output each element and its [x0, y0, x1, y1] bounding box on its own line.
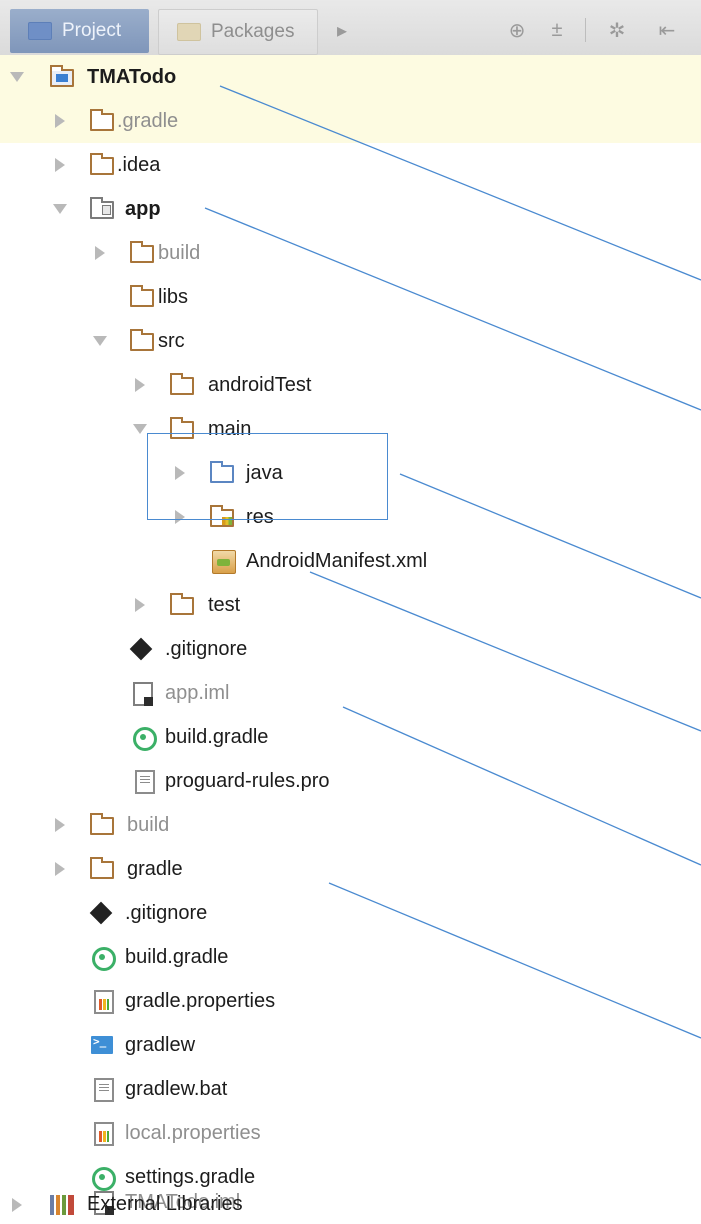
- tree-row-root[interactable]: TMATodo: [0, 55, 701, 99]
- folder-icon: [130, 329, 154, 351]
- tab-project[interactable]: Project: [10, 9, 149, 53]
- folder-icon: [90, 109, 114, 131]
- libraries-icon: [50, 1195, 74, 1215]
- tree-row-local-properties[interactable]: local.properties: [0, 1111, 701, 1155]
- tree-label: TMATodo: [87, 65, 177, 88]
- collapse-icon[interactable]: ±: [545, 18, 569, 42]
- folder-icon: [90, 857, 114, 879]
- collapse-arrow-icon[interactable]: [135, 598, 145, 612]
- tree-row-external-libraries[interactable]: External Libraries: [0, 1186, 701, 1224]
- tree-row-manifest[interactable]: AndroidManifest.xml: [0, 539, 701, 583]
- tree-row-build-dir[interactable]: build: [0, 803, 701, 847]
- tab-project-label: Project: [62, 20, 122, 41]
- more-arrow-icon[interactable]: ▸: [330, 18, 354, 42]
- git-icon: [89, 901, 113, 925]
- toolbar-divider: [585, 18, 586, 42]
- project-folder-icon: [50, 65, 74, 87]
- tree-label: gradle.properties: [125, 989, 276, 1012]
- tree-label: AndroidManifest.xml: [246, 549, 428, 572]
- folder-icon: [90, 153, 114, 175]
- git-icon: [129, 637, 153, 661]
- tree-row-gradle-dir[interactable]: .gradle: [0, 99, 701, 143]
- tree-label: External Libraries: [87, 1193, 243, 1215]
- gradle-icon: [133, 727, 157, 751]
- module-folder-icon: [90, 197, 114, 219]
- tree-row-gradle-properties[interactable]: gradle.properties: [0, 979, 701, 1023]
- gradle-icon: [92, 947, 116, 971]
- properties-file-icon: [94, 1122, 114, 1146]
- collapse-arrow-icon[interactable]: [12, 1198, 22, 1212]
- collapse-arrow-icon[interactable]: [55, 862, 65, 876]
- tree-row-app-build[interactable]: build: [0, 231, 701, 275]
- tree-label: libs: [158, 285, 189, 308]
- tab-packages-label: Packages: [211, 21, 295, 42]
- tree-row-libs[interactable]: libs: [0, 275, 701, 319]
- tree-label: .gitignore: [125, 901, 208, 924]
- tree-label: proguard-rules.pro: [165, 769, 330, 792]
- tree-row-proguard[interactable]: proguard-rules.pro: [0, 759, 701, 803]
- tree-label: .gitignore: [165, 637, 248, 660]
- expand-arrow-icon[interactable]: [53, 204, 67, 214]
- tree-row-app-gitignore[interactable]: .gitignore: [0, 627, 701, 671]
- tree-label: app: [125, 197, 161, 220]
- gear-icon[interactable]: ✲: [605, 18, 629, 42]
- project-icon: [28, 22, 52, 40]
- folder-icon: [170, 373, 194, 395]
- hide-icon[interactable]: ⇤: [655, 18, 679, 42]
- collapse-arrow-icon[interactable]: [55, 158, 65, 172]
- manifest-icon: [212, 550, 236, 574]
- tree-row-gitignore[interactable]: .gitignore: [0, 891, 701, 935]
- tab-packages[interactable]: Packages: [158, 9, 318, 55]
- properties-file-icon: [94, 990, 114, 1014]
- tree-label: gradlew.bat: [125, 1077, 228, 1100]
- tree-row-build-gradle[interactable]: build.gradle: [0, 935, 701, 979]
- tree-label: build: [127, 813, 170, 836]
- expand-arrow-icon[interactable]: [10, 72, 24, 82]
- tree-label: build.gradle: [125, 945, 229, 968]
- tree-row-app[interactable]: app: [0, 187, 701, 231]
- tree-label: .gradle: [117, 109, 179, 132]
- tree-row-android-test[interactable]: androidTest: [0, 363, 701, 407]
- text-file-icon: [135, 770, 155, 794]
- tree-row-test[interactable]: test: [0, 583, 701, 627]
- collapse-arrow-icon[interactable]: [55, 114, 65, 128]
- expand-arrow-icon[interactable]: [93, 336, 107, 346]
- tree-label: test: [208, 593, 241, 616]
- tree-label: app.iml: [165, 681, 230, 704]
- tree-label: .idea: [117, 153, 161, 176]
- tree-row-idea-dir[interactable]: .idea: [0, 143, 701, 187]
- collapse-arrow-icon[interactable]: [95, 246, 105, 260]
- collapse-arrow-icon[interactable]: [135, 378, 145, 392]
- tree-label: build: [158, 241, 201, 264]
- tree-label: androidTest: [208, 373, 312, 396]
- tree-label: build.gradle: [165, 725, 269, 748]
- tree-row-gradlew[interactable]: gradlew: [0, 1023, 701, 1067]
- folder-icon: [170, 593, 194, 615]
- expand-arrow-icon[interactable]: [133, 424, 147, 434]
- shell-script-icon: [91, 1035, 113, 1054]
- tree-label: src: [158, 329, 185, 352]
- folder-icon: [90, 813, 114, 835]
- tree-row-gradle-dir-2[interactable]: gradle: [0, 847, 701, 891]
- target-icon[interactable]: ⊕: [505, 18, 529, 42]
- folder-icon: [130, 285, 154, 307]
- tree-row-src[interactable]: src: [0, 319, 701, 363]
- folder-icon: [130, 241, 154, 263]
- tree-label: local.properties: [125, 1121, 261, 1144]
- tree-label: gradlew: [125, 1033, 196, 1056]
- text-file-icon: [94, 1078, 114, 1102]
- tree-row-app-build-gradle[interactable]: build.gradle: [0, 715, 701, 759]
- highlight-box: [147, 433, 388, 520]
- tree-label: gradle: [127, 857, 183, 880]
- tree-row-app-iml[interactable]: app.iml: [0, 671, 701, 715]
- collapse-arrow-icon[interactable]: [55, 818, 65, 832]
- module-file-icon: [133, 682, 153, 706]
- tree-row-gradlew-bat[interactable]: gradlew.bat: [0, 1067, 701, 1111]
- tool-window-header: Project Packages ▸ ⊕ ± ✲ ⇤: [0, 0, 701, 61]
- packages-icon: [177, 23, 201, 41]
